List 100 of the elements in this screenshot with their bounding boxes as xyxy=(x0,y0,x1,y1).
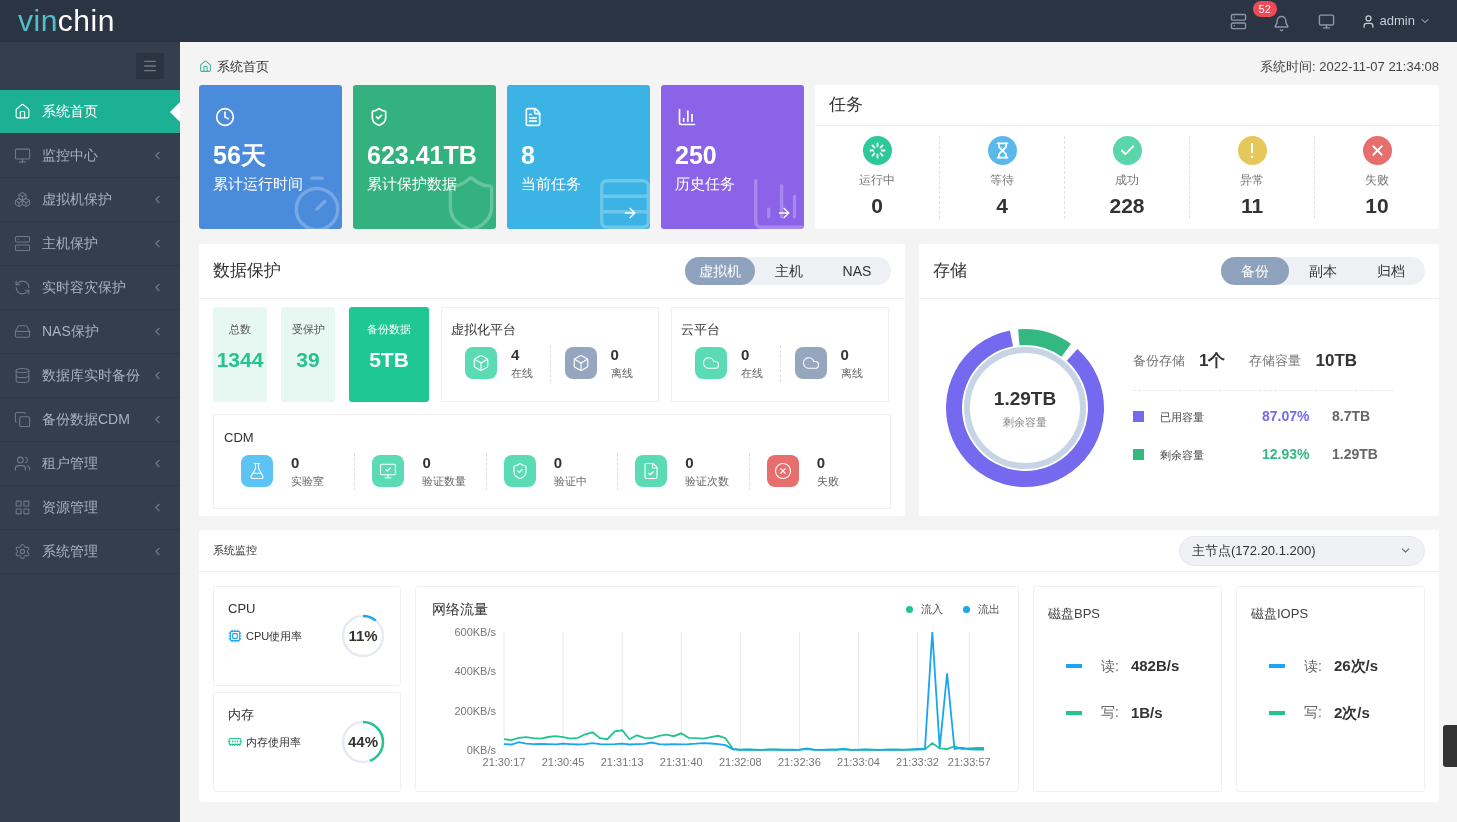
usage-label: 内存使用率 xyxy=(246,734,301,750)
sidebar-item[interactable]: 数据库实时备份 xyxy=(0,354,180,398)
y-tick-label: 600KB/s xyxy=(454,626,496,638)
x-tick-label: 21:31:40 xyxy=(659,756,703,768)
disk-label: 写: xyxy=(1304,703,1322,723)
sidebar-item[interactable]: 资源管理 xyxy=(0,486,180,530)
document-icon xyxy=(523,107,543,127)
tab[interactable]: 副本 xyxy=(1289,257,1357,285)
disk-label: 读: xyxy=(1101,656,1119,676)
sidebar-item[interactable]: NAS保护 xyxy=(0,310,180,354)
clock-icon xyxy=(215,107,235,127)
cdm-count: 0 xyxy=(422,453,432,473)
task-count: 228 xyxy=(1109,193,1145,219)
task-label: 失败 xyxy=(1365,172,1389,189)
server-icon[interactable] xyxy=(1229,12,1247,30)
sidebar-label: 监控中心 xyxy=(42,146,99,165)
refresh-icon xyxy=(14,279,31,296)
donut-center-value: 1.29TB xyxy=(993,387,1057,411)
cdm-label: 实验室 xyxy=(291,474,324,489)
tab[interactable]: 归档 xyxy=(1357,257,1425,285)
sidebar-item[interactable]: 备份数据CDM xyxy=(0,398,180,442)
cdm-label: 失败 xyxy=(816,474,839,489)
sidebar-item[interactable]: 实时容灾保护 xyxy=(0,266,180,310)
platform-label: 离线 xyxy=(840,366,863,381)
summary-value: 1个 xyxy=(1199,350,1226,373)
monitor-icon[interactable] xyxy=(1317,12,1335,30)
sidebar-label: 虚拟机保护 xyxy=(42,190,113,209)
logo: vinchin xyxy=(18,3,115,39)
platform-label: 在线 xyxy=(511,366,533,381)
legend-value: 8.7TB xyxy=(1332,407,1371,427)
summary-label: 备份存储 xyxy=(1133,352,1185,371)
sidebar-item[interactable]: 系统管理 xyxy=(0,530,180,574)
disk-title: 磁盘IOPS xyxy=(1251,606,1309,621)
legend-label: 剩余容量 xyxy=(1160,447,1205,463)
grid-icon xyxy=(14,499,31,516)
summary-label: 存储容量 xyxy=(1249,352,1302,371)
bell-icon[interactable] xyxy=(1272,14,1290,32)
home-icon xyxy=(199,60,212,73)
stat-card[interactable]: 56天 累计运行时间 xyxy=(199,85,342,229)
task-count: 0 xyxy=(871,193,883,219)
platform-count: 0 xyxy=(840,345,850,365)
stat-card[interactable]: 623.41TB 累计保护数据 xyxy=(353,85,496,229)
stat-label: 累计保护数据 xyxy=(367,174,457,194)
x-tick-label: 21:32:08 xyxy=(718,756,762,768)
sidebar-label: 备份数据CDM xyxy=(42,410,131,429)
menu-toggle-button[interactable] xyxy=(136,53,164,79)
progress-ring xyxy=(340,613,386,659)
task-label: 成功 xyxy=(1115,172,1139,189)
disk-title: 磁盘BPS xyxy=(1048,606,1100,621)
y-tick-label: 400KB/s xyxy=(454,665,496,678)
tab[interactable]: NAS xyxy=(823,257,891,285)
tab[interactable]: 主机 xyxy=(755,257,823,285)
user-menu[interactable]: admin xyxy=(1360,11,1431,31)
side-handle[interactable] xyxy=(1443,725,1457,767)
usage-reading: 11% xyxy=(348,627,378,645)
stat-label: 累计运行时间 xyxy=(213,174,303,194)
sidebar-label: 主机保护 xyxy=(42,234,99,253)
card-title: 任务 xyxy=(829,94,863,117)
notification-badge: 52 xyxy=(1252,0,1277,17)
boxes-icon xyxy=(14,191,31,208)
platform-count: 0 xyxy=(610,345,620,365)
usage-label: CPU使用率 xyxy=(246,628,303,644)
menu-icon xyxy=(142,58,158,74)
legend-value: 1.29TB xyxy=(1332,445,1378,465)
stat-card[interactable]: 250 历史任务 xyxy=(661,85,804,229)
disk-value: 482B/s xyxy=(1130,656,1180,676)
legend-percent: 12.93% xyxy=(1262,445,1311,465)
shield-check-icon xyxy=(369,107,389,127)
sidebar-item[interactable]: 主机保护 xyxy=(0,222,180,266)
disk-label: 读: xyxy=(1304,656,1322,676)
cdm-count: 0 xyxy=(291,453,301,473)
sidebar-item[interactable]: 监控中心 xyxy=(0,134,180,178)
sidebar-label: 系统首页 xyxy=(42,102,99,121)
usage-title: 内存 xyxy=(228,706,254,724)
x-tick-label: 21:31:13 xyxy=(600,756,644,768)
sidebar-item[interactable]: 系统首页 xyxy=(0,90,180,134)
cdm-count: 0 xyxy=(685,453,695,473)
card-title: 系统监控 xyxy=(213,543,257,559)
stat-value: 8 xyxy=(521,140,535,171)
sidebar-item[interactable]: 租户管理 xyxy=(0,442,180,486)
tile-label: 备份数据 xyxy=(367,322,411,337)
sidebar-label: 资源管理 xyxy=(42,498,99,517)
node-select[interactable]: 主节点(172.20.1.200) xyxy=(1179,535,1425,566)
sidebar-item[interactable]: 虚拟机保护 xyxy=(0,178,180,222)
task-label: 异常 xyxy=(1240,172,1264,189)
tile-value: 1344 xyxy=(216,346,264,373)
legend-label: 流出 xyxy=(978,602,1000,618)
card-title: 数据保护 xyxy=(213,260,281,283)
users-icon xyxy=(14,455,31,472)
x-tick-label: 21:33:32 xyxy=(896,756,939,768)
sidebar-label: NAS保护 xyxy=(42,322,100,341)
selection-pointer xyxy=(170,102,180,122)
platform-label: 离线 xyxy=(610,366,633,381)
cdm-count: 0 xyxy=(553,453,564,473)
system-time: 系统时间: 2022-11-07 21:34:08 xyxy=(1260,57,1439,76)
breadcrumb[interactable]: 系统首页 xyxy=(217,56,269,77)
disk-value: 26次/s xyxy=(1333,656,1379,676)
cdm-label: 验证次数 xyxy=(685,474,730,489)
cdm-label: 验证中 xyxy=(553,474,587,489)
user-icon xyxy=(1360,13,1376,29)
